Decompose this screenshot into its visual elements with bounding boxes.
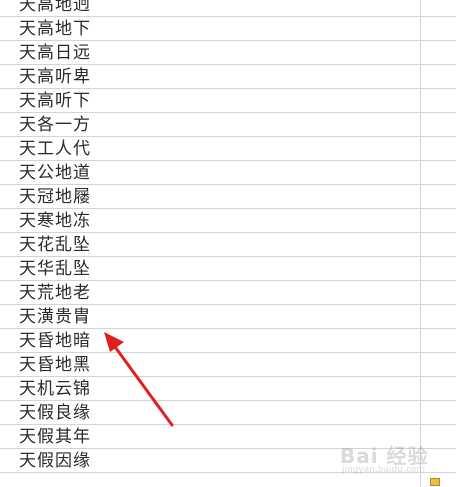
table-row[interactable]: 天高地下 [0,17,420,41]
empty-cell[interactable] [421,0,456,17]
table-row[interactable]: 天昏地黑 [0,353,420,377]
table-row[interactable]: 天寒地冻 [0,209,420,233]
table-row[interactable]: 天假良缘 [0,401,420,425]
table-row[interactable]: 天冠地屦 [0,185,420,209]
table-row[interactable]: 天昏地暗 [0,329,420,353]
cell-value: 天冠地屦 [19,187,91,207]
cell-value: 天潢贵胄 [19,307,91,327]
empty-cell[interactable] [421,281,456,305]
cell-value: 天假良缘 [19,403,91,423]
cell-value: 天各一方 [19,115,91,135]
table-row[interactable]: 天花乱坠 [0,233,420,257]
table-row[interactable]: 天高地迥 [0,0,420,17]
cell-value: 天高地迥 [19,0,91,15]
watermark-url: jingyan.baidu.com [342,465,426,475]
table-row[interactable]: 天高日远 [0,41,420,65]
cell-value: 天高日远 [19,43,91,63]
empty-cell[interactable] [421,137,456,161]
empty-cell[interactable] [421,113,456,137]
cell-value: 天公地道 [19,163,91,183]
cell-value: 天高听卑 [19,67,91,87]
empty-cell[interactable] [421,161,456,185]
cell-value: 天昏地黑 [19,355,91,375]
table-row[interactable]: 天各一方 [0,113,420,137]
cell-value: 天花乱坠 [19,235,91,255]
table-row[interactable]: 天潢贵胄 [0,305,420,329]
cell-value: 天高地下 [19,19,91,39]
empty-cell[interactable] [421,377,456,401]
cell-value: 天高听下 [19,91,91,111]
empty-cell[interactable] [421,233,456,257]
spreadsheet-grid: 天高地迥天高地下天高日远天高听卑天高听下天各一方天工人代天公地道天冠地屦天寒地冻… [0,0,456,487]
cell-value: 天荒地老 [19,283,91,303]
cell-value: 天工人代 [19,139,91,159]
empty-cell[interactable] [421,41,456,65]
empty-cell[interactable] [421,209,456,233]
cell-value: 天机云锦 [19,379,91,399]
empty-cell[interactable] [421,353,456,377]
table-row[interactable]: 天公地道 [0,161,420,185]
empty-cell[interactable] [421,257,456,281]
cell-value: 天寒地冻 [19,211,91,231]
cell-value: 天假其年 [19,427,91,447]
empty-cell[interactable] [421,401,456,425]
table-row[interactable]: 天工人代 [0,137,420,161]
cell-value: 天华乱坠 [19,259,91,279]
paste-options-icon[interactable] [430,478,440,486]
table-row[interactable]: 天荒地老 [0,281,420,305]
empty-cell[interactable] [421,89,456,113]
empty-cell[interactable] [421,329,456,353]
empty-cell[interactable] [421,17,456,41]
empty-cell[interactable] [421,65,456,89]
empty-cell[interactable] [421,185,456,209]
cell-value: 天假因缘 [19,451,91,471]
table-row[interactable]: 天高听下 [0,89,420,113]
empty-cell[interactable] [421,305,456,329]
table-row[interactable]: 天华乱坠 [0,257,420,281]
cell-value: 天昏地暗 [19,331,91,351]
table-row[interactable]: 天高听卑 [0,65,420,89]
table-row[interactable]: 天机云锦 [0,377,420,401]
